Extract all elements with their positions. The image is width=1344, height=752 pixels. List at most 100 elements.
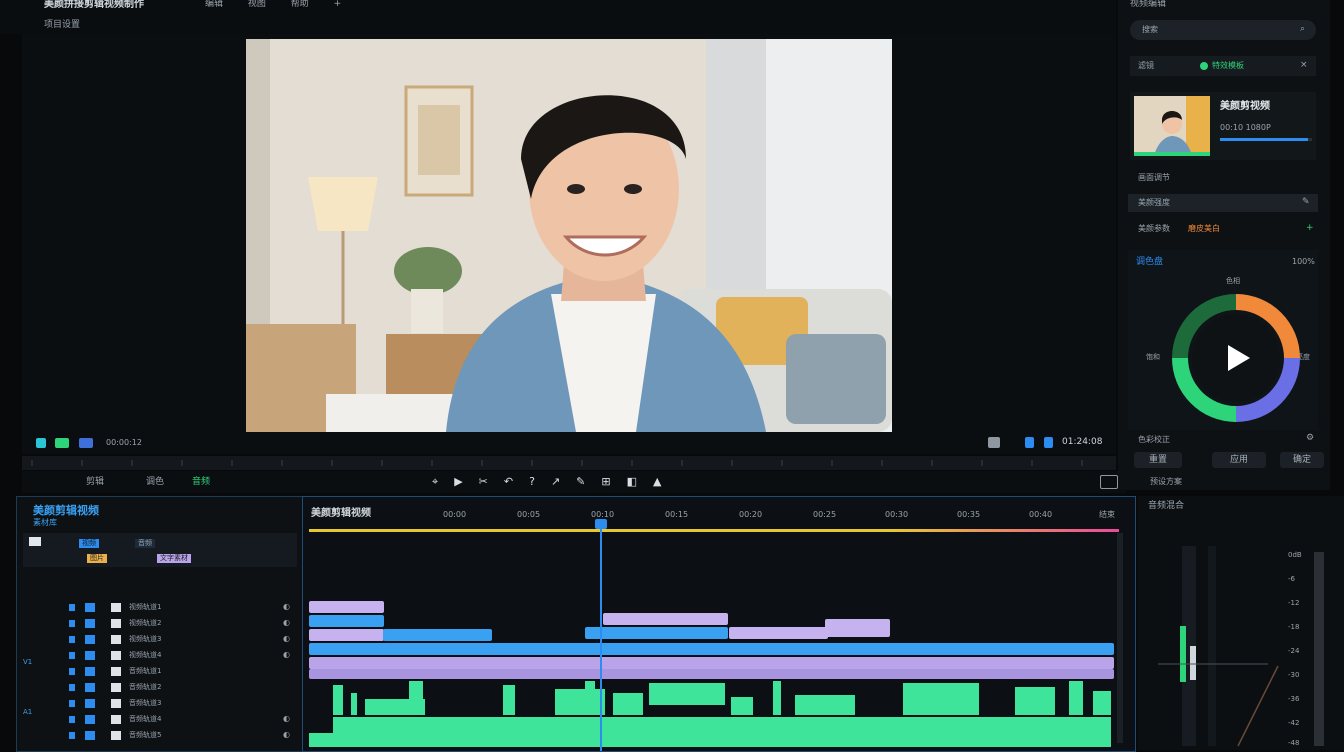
safe-zone-icon[interactable] <box>79 438 93 448</box>
track-row[interactable]: 视频轨道1 ◐ <box>17 601 299 616</box>
lock-icon[interactable] <box>69 620 75 627</box>
eye-icon[interactable] <box>85 667 95 676</box>
mute-icon[interactable]: ◐ <box>283 715 290 723</box>
app-subtitle[interactable]: 项目设置 <box>44 21 80 30</box>
eye-icon[interactable] <box>85 651 95 660</box>
close-icon[interactable]: × <box>1300 61 1308 70</box>
search-placeholder: 搜索 <box>1142 25 1158 34</box>
apply-button[interactable]: 应用 <box>1212 452 1266 468</box>
menu-plus-icon[interactable]: + <box>334 0 342 9</box>
track-row[interactable]: 音频轨道4 ◐ <box>17 713 299 728</box>
eye-icon[interactable] <box>85 683 95 692</box>
search-box[interactable]: 搜索 ⌕ <box>1130 20 1316 40</box>
cut-tool-icon[interactable]: ✂ <box>479 475 488 491</box>
template-progress-bar[interactable] <box>1220 138 1312 141</box>
pen-tool-icon[interactable]: ✎ <box>576 475 585 491</box>
mute-icon[interactable]: ◐ <box>283 603 290 611</box>
eye-icon[interactable] <box>85 699 95 708</box>
snapshot-icon[interactable] <box>988 437 1000 448</box>
marker-tool-icon[interactable]: ▲ <box>653 475 661 491</box>
lock-icon[interactable] <box>69 668 75 675</box>
add-icon[interactable]: + <box>1306 224 1314 233</box>
lock-icon[interactable] <box>69 684 75 691</box>
eye-icon[interactable] <box>85 635 95 644</box>
clip[interactable] <box>603 613 728 625</box>
mute-icon[interactable]: ◐ <box>283 651 290 659</box>
param-dropdown-value: 美颜强度 <box>1138 198 1170 207</box>
track-row[interactable]: 音频轨道2 <box>17 681 299 696</box>
menu-item-edit[interactable]: 编辑 <box>205 0 223 9</box>
reset-button[interactable]: 重置 <box>1134 452 1182 468</box>
tab-audio[interactable]: 音频 <box>192 478 210 487</box>
mute-icon[interactable]: ◐ <box>283 731 290 739</box>
tab-effects-template[interactable]: 特效模板 <box>1212 62 1244 70</box>
chip-text[interactable]: 文字素材 <box>157 554 191 563</box>
grid-tool-icon[interactable]: ⊞ <box>601 475 610 491</box>
tab-edit[interactable]: 剪辑 <box>86 478 104 487</box>
export-icon[interactable] <box>1100 475 1118 489</box>
clip[interactable] <box>383 629 492 641</box>
eye-icon[interactable] <box>85 715 95 724</box>
mute-icon[interactable]: ◐ <box>283 635 290 643</box>
arrow-tool-icon[interactable]: ↗ <box>551 475 560 491</box>
lock-icon[interactable] <box>69 636 75 643</box>
param-dropdown[interactable]: 美颜强度 ✎ <box>1128 194 1318 212</box>
settings-icon[interactable]: ⚙ <box>1306 434 1314 443</box>
track-row[interactable]: 音频轨道5 ◐ <box>17 729 299 744</box>
track-row[interactable]: 音频轨道3 <box>17 697 299 712</box>
chip-audio[interactable]: 音频 <box>135 539 155 548</box>
menu-item-view[interactable]: 视图 <box>248 0 266 9</box>
tab-color[interactable]: 调色 <box>146 478 164 487</box>
clip[interactable] <box>309 601 384 613</box>
mask-tool-icon[interactable]: ◧ <box>627 475 637 491</box>
chip-image[interactable]: 图片 <box>87 554 107 563</box>
playhead[interactable] <box>600 519 602 751</box>
eye-icon[interactable] <box>85 603 95 612</box>
clip[interactable] <box>729 627 828 639</box>
lock-icon[interactable] <box>69 716 75 723</box>
playhead-handle[interactable] <box>595 519 607 529</box>
menu-item-help[interactable]: 帮助 <box>291 0 309 9</box>
fit-icon[interactable] <box>36 438 46 448</box>
clip[interactable] <box>309 657 1114 669</box>
lock-icon[interactable] <box>69 604 75 611</box>
eye-icon[interactable] <box>85 731 95 740</box>
clip[interactable] <box>309 669 1114 679</box>
lock-icon[interactable] <box>69 652 75 659</box>
volume-icon[interactable] <box>1044 437 1053 448</box>
template-card[interactable]: 美颜剪视频 00:10 1080P <box>1130 92 1316 160</box>
clip[interactable] <box>309 615 384 627</box>
work-area-bar[interactable] <box>309 529 1119 532</box>
scrubber-track[interactable] <box>22 456 1116 470</box>
param-row[interactable]: 美颜参数 磨皮美白 + <box>1128 218 1318 240</box>
clip[interactable] <box>309 629 384 641</box>
help-tool-icon[interactable]: ? <box>529 475 535 491</box>
audio-waveform[interactable] <box>303 679 1135 749</box>
track-row[interactable]: 视频轨道2 ◐ <box>17 617 299 632</box>
eye-icon[interactable] <box>85 619 95 628</box>
timeline-ruler[interactable]: 00:00 00:05 00:10 00:15 00:20 00:25 00:3… <box>423 511 1123 523</box>
confirm-button[interactable]: 确定 <box>1280 452 1324 468</box>
track-row[interactable]: 视频轨道3 ◐ <box>17 633 299 648</box>
video-frame[interactable] <box>246 39 892 432</box>
ruler-label: 结束 <box>1099 510 1115 519</box>
loop-icon[interactable] <box>1025 437 1034 448</box>
clip[interactable] <box>585 627 728 639</box>
tab-filters[interactable]: 滤镜 <box>1138 62 1154 70</box>
mute-icon[interactable]: ◐ <box>283 619 290 627</box>
play-tool-icon[interactable]: ▶ <box>454 475 462 491</box>
track-row[interactable]: 视频轨道4 ◐ <box>17 649 299 664</box>
folder-icon[interactable] <box>29 537 41 546</box>
lock-icon[interactable] <box>69 732 75 739</box>
chip-video[interactable]: 视频 <box>79 539 99 548</box>
timeline-scrollbar[interactable] <box>1117 533 1123 743</box>
track-name: 视频轨道2 <box>129 619 162 627</box>
color-wheel[interactable] <box>1128 250 1318 430</box>
clip[interactable] <box>825 619 890 637</box>
undo-tool-icon[interactable]: ↶ <box>504 475 513 491</box>
select-tool-icon[interactable]: ⌖ <box>432 475 438 491</box>
grid-icon[interactable] <box>55 438 69 448</box>
track-row[interactable]: 音频轨道1 <box>17 665 299 680</box>
lock-icon[interactable] <box>69 700 75 707</box>
clip[interactable] <box>309 643 1114 655</box>
